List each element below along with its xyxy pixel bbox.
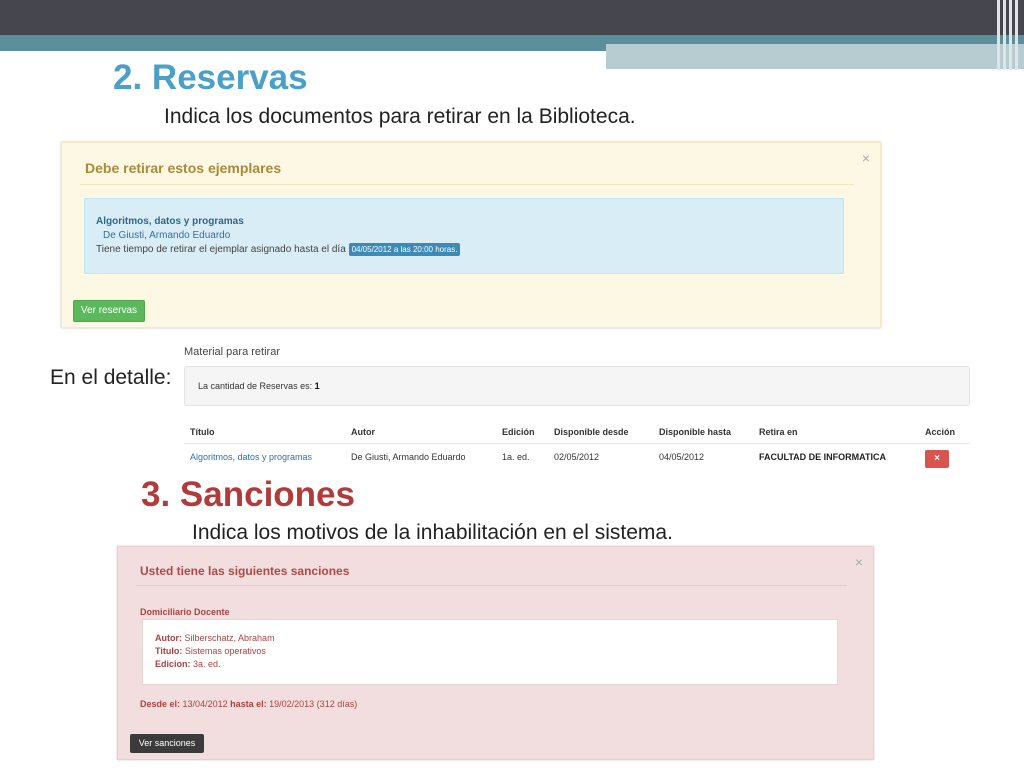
sancion-titulo-line: Titulo: Sistemas operativos bbox=[155, 645, 266, 657]
col-retira: Retira en bbox=[759, 427, 798, 437]
divider bbox=[80, 184, 854, 185]
sanciones-alert: Usted tiene las siguientes sanciones × D… bbox=[117, 546, 874, 760]
titulo-label: Titulo: bbox=[155, 646, 183, 656]
count-value: 1 bbox=[314, 381, 320, 391]
col-accion: Acción bbox=[925, 427, 956, 437]
close-icon[interactable]: × bbox=[862, 151, 870, 165]
header-band-dark bbox=[0, 0, 1024, 35]
desde-value: 13/04/2012 bbox=[182, 699, 228, 709]
sanciones-subtitle: Indica los motivos de la inhabilitación … bbox=[192, 521, 673, 544]
reservas-subtitle: Indica los documentos para retirar en la… bbox=[164, 105, 636, 128]
reservas-table: Título Autor Edición Disponible desde Di… bbox=[184, 421, 970, 472]
due-date-badge: 04/05/2012 a las 20:00 horas. bbox=[348, 243, 461, 256]
header-band-light bbox=[606, 44, 1024, 69]
col-edicion: Edición bbox=[502, 427, 535, 437]
sancion-dates: Desde el: 13/04/2012 hasta el: 19/02/201… bbox=[140, 699, 357, 709]
row-edicion: 1a. ed. bbox=[502, 452, 530, 462]
reservation-info-box: Algoritmos, datos y programas De Giusti,… bbox=[84, 198, 844, 274]
sancion-category: Domiciliario Docente bbox=[140, 607, 230, 617]
edicion-value: 3a. ed. bbox=[193, 659, 221, 669]
delete-reservation-button[interactable]: × bbox=[925, 450, 949, 468]
edicion-label: Edicion: bbox=[155, 659, 191, 669]
book-title: Algoritmos, datos y programas bbox=[96, 216, 244, 227]
divider bbox=[136, 585, 847, 586]
autor-value: Silberschatz, Abraham bbox=[184, 633, 275, 643]
sancion-detail-box: Autor: Silberschatz, Abraham Titulo: Sis… bbox=[142, 619, 838, 685]
titulo-value: Sistemas operativos bbox=[184, 646, 266, 656]
hasta-label: hasta el: bbox=[230, 699, 267, 709]
detalle-heading: Material para retirar bbox=[184, 346, 280, 358]
desde-label: Desde el: bbox=[140, 699, 181, 709]
reservas-alert-heading: Debe retirar estos ejemplares bbox=[85, 160, 282, 176]
sancion-edicion-line: Edicion: 3a. ed. bbox=[155, 658, 221, 670]
table-header-row: Título Autor Edición Disponible desde Di… bbox=[184, 421, 970, 444]
row-titulo-link[interactable]: Algoritmos, datos y programas bbox=[190, 452, 312, 462]
sanciones-alert-heading: Usted tiene las siguientes sanciones bbox=[140, 564, 350, 578]
autor-label: Autor: bbox=[155, 633, 182, 643]
sancion-autor-line: Autor: Silberschatz, Abraham bbox=[155, 632, 275, 644]
col-hasta: Disponible hasta bbox=[659, 427, 732, 437]
row-hasta: 04/05/2012 bbox=[659, 452, 705, 462]
col-desde: Disponible desde bbox=[554, 427, 629, 437]
due-text: Tiene tiempo de retirar el ejemplar asig… bbox=[96, 244, 346, 255]
detalle-label: En el detalle: bbox=[50, 366, 172, 389]
reservas-alert: Debe retirar estos ejemplares × Algoritm… bbox=[61, 142, 881, 328]
close-icon[interactable]: × bbox=[855, 555, 863, 569]
header-stripes bbox=[992, 0, 1018, 70]
ver-sanciones-button[interactable]: Ver sanciones bbox=[130, 734, 204, 753]
reservas-count: La cantidad de Reservas es: 1 bbox=[198, 381, 320, 391]
hasta-value: 19/02/2013 (312 días) bbox=[269, 699, 358, 709]
row-desde: 02/05/2012 bbox=[554, 452, 600, 462]
col-autor: Autor bbox=[351, 427, 375, 437]
row-autor: De Giusti, Armando Eduardo bbox=[351, 452, 466, 462]
count-text: La cantidad de Reservas es: bbox=[198, 381, 313, 391]
ver-reservas-button[interactable]: Ver reservas bbox=[73, 300, 145, 322]
col-titulo: Título bbox=[190, 427, 215, 437]
row-retira: FACULTAD DE INFORMATICA bbox=[759, 452, 886, 462]
due-line: Tiene tiempo de retirar el ejemplar asig… bbox=[96, 243, 461, 256]
reservas-count-well: La cantidad de Reservas es: 1 bbox=[184, 366, 970, 406]
book-author: De Giusti, Armando Eduardo bbox=[103, 230, 231, 241]
table-row: Algoritmos, datos y programas De Giusti,… bbox=[184, 444, 970, 472]
sanciones-title: 3. Sanciones bbox=[141, 475, 355, 514]
reservas-title: 2. Reservas bbox=[113, 58, 308, 97]
